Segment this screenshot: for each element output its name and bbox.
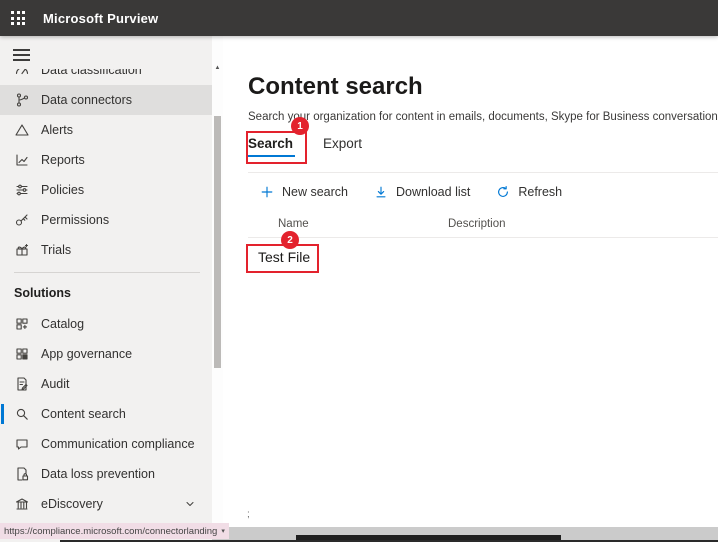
chart-icon bbox=[14, 152, 30, 168]
refresh-label: Refresh bbox=[518, 185, 562, 199]
sidebar-scrollbar[interactable]: ▲ bbox=[212, 36, 223, 527]
sidebar-item-data-classification[interactable]: Data classification bbox=[0, 69, 212, 85]
app-launcher-waffle-icon[interactable] bbox=[11, 11, 25, 25]
sidebar-item-policies[interactable]: Policies bbox=[0, 175, 212, 205]
sidebar-item-label: Communication compliance bbox=[41, 437, 195, 451]
grid-icon bbox=[14, 346, 30, 362]
table-header-divider bbox=[248, 237, 718, 238]
refresh-icon bbox=[496, 185, 510, 199]
sidebar-item-label: Alerts bbox=[41, 123, 73, 137]
sidebar-item-label: Data classification bbox=[41, 69, 142, 77]
warning-icon bbox=[14, 122, 30, 138]
plus-icon bbox=[260, 185, 274, 199]
page-title: Content search bbox=[248, 72, 718, 102]
sidebar-item-label: Data loss prevention bbox=[41, 467, 155, 481]
tab-separator bbox=[248, 172, 718, 173]
column-header-description[interactable]: Description bbox=[448, 218, 506, 230]
table-row-test-file[interactable]: Test File bbox=[258, 249, 310, 265]
sidebar-item-label: Content search bbox=[41, 407, 126, 421]
sidebar-divider bbox=[14, 272, 200, 273]
column-header-name[interactable]: Name bbox=[278, 218, 448, 230]
sidebar-item-label: Catalog bbox=[41, 317, 84, 331]
bank-icon bbox=[14, 496, 30, 512]
sidebar-item-catalog[interactable]: Catalog bbox=[0, 309, 212, 339]
sidebar-item-label: App governance bbox=[41, 347, 132, 361]
gift-icon bbox=[14, 242, 30, 258]
sidebar-nav: Data classification Data connectors Aler… bbox=[0, 36, 212, 542]
sidebar-item-label: Data connectors bbox=[41, 93, 132, 107]
sidebar-item-data-loss-prevention[interactable]: Data loss prevention bbox=[0, 459, 212, 489]
tab-search[interactable]: Search bbox=[248, 136, 293, 159]
audit-doc-icon bbox=[14, 376, 30, 392]
download-list-label: Download list bbox=[396, 185, 470, 199]
sidebar-item-reports[interactable]: Reports bbox=[0, 145, 212, 175]
main-content: Content search Search your organization … bbox=[223, 36, 718, 527]
caret-down-icon: ▾ bbox=[221, 527, 225, 535]
sidebar-section-solutions: Solutions bbox=[0, 277, 212, 309]
download-list-button[interactable]: Download list bbox=[374, 185, 470, 199]
sidebar-item-audit[interactable]: Audit bbox=[0, 369, 212, 399]
sidebar-item-ediscovery[interactable]: eDiscovery bbox=[0, 489, 212, 519]
sidebar-item-label: Permissions bbox=[41, 213, 109, 227]
page-subtitle: Search your organization for content in … bbox=[248, 111, 718, 123]
sidebar-item-app-governance[interactable]: App governance bbox=[0, 339, 212, 369]
top-header-bar: Microsoft Purview bbox=[0, 0, 718, 36]
sidebar-item-trials[interactable]: Trials bbox=[0, 235, 212, 265]
sidebar-item-label: eDiscovery bbox=[41, 497, 103, 511]
sidebar-item-label: Trials bbox=[41, 243, 71, 257]
download-icon bbox=[374, 185, 388, 199]
refresh-button[interactable]: Refresh bbox=[496, 185, 562, 199]
new-search-button[interactable]: New search bbox=[260, 185, 348, 199]
sidebar-item-data-connectors[interactable]: Data connectors bbox=[0, 85, 212, 115]
sidebar-item-communication-compliance[interactable]: Communication compliance bbox=[0, 429, 212, 459]
sidebar-item-content-search[interactable]: Content search bbox=[0, 399, 212, 429]
new-search-label: New search bbox=[282, 185, 348, 199]
grid-plus-icon bbox=[14, 316, 30, 332]
sidebar-item-permissions[interactable]: Permissions bbox=[0, 205, 212, 235]
doc-lock-icon bbox=[14, 466, 30, 482]
command-bar: New search Download list Refresh bbox=[260, 178, 718, 206]
tab-bar: Search Export bbox=[248, 136, 718, 159]
scrollbar-up-arrow-icon[interactable]: ▲ bbox=[213, 64, 222, 72]
sidebar-item-alerts[interactable]: Alerts bbox=[0, 115, 212, 145]
sidebar-item-label: Policies bbox=[41, 183, 84, 197]
scrollbar-thumb[interactable] bbox=[214, 116, 221, 368]
sidebar-item-label: Reports bbox=[41, 153, 85, 167]
sidebar-item-label: Audit bbox=[41, 377, 70, 391]
url-text: https://compliance.microsoft.com/connect… bbox=[4, 526, 217, 537]
key-icon bbox=[14, 212, 30, 228]
magnifier-icon bbox=[14, 406, 30, 422]
gauge-icon bbox=[14, 69, 30, 78]
stray-text: ; bbox=[247, 509, 250, 520]
tab-export[interactable]: Export bbox=[323, 136, 362, 159]
hamburger-menu-icon[interactable] bbox=[13, 49, 30, 61]
chat-icon bbox=[14, 436, 30, 452]
connectors-icon bbox=[14, 92, 30, 108]
chevron-down-icon[interactable] bbox=[184, 498, 196, 510]
status-bar-url: https://compliance.microsoft.com/connect… bbox=[0, 523, 229, 539]
app-title: Microsoft Purview bbox=[43, 11, 158, 26]
sliders-icon bbox=[14, 182, 30, 198]
table-header-row: Name Description bbox=[248, 218, 718, 230]
